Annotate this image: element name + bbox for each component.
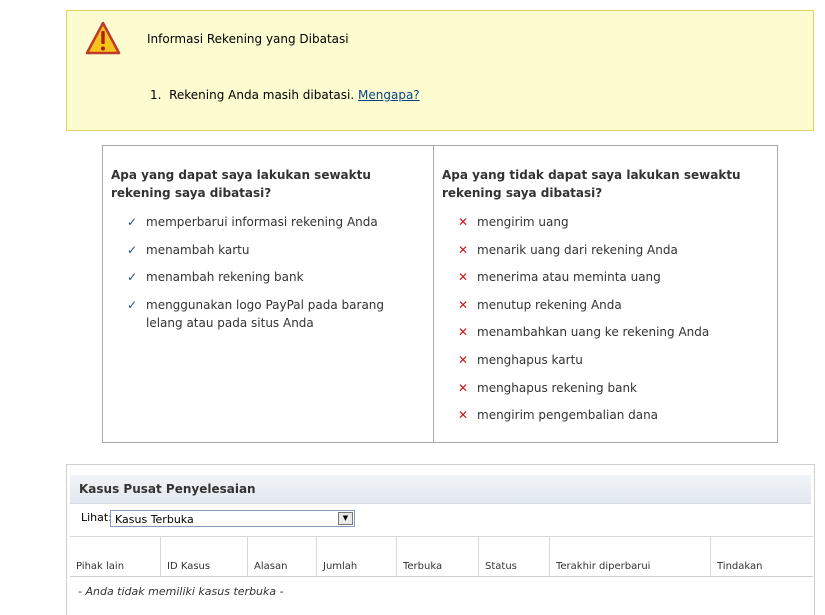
cannot-do-list: ✕ mengirim uang ✕ menarik uang dari rekeni…: [458, 213, 767, 434]
checkmark-icon: ✓: [127, 242, 138, 257]
column-header: Alasan: [247, 536, 317, 577]
list-item-label: menggunakan logo PayPal pada barang lela…: [146, 297, 385, 330]
checkmark-icon: ✓: [127, 297, 138, 312]
column-header: Terbuka: [396, 536, 479, 577]
alert-item: 1. Rekening Anda masih dibatasi. Mengapa…: [150, 88, 420, 102]
can-do-column: Apa yang dapat saya lakukan sewaktu reke…: [103, 146, 434, 442]
cross-icon: ✕: [458, 352, 469, 367]
cross-icon: ✕: [458, 325, 469, 340]
list-item-label: mengirim pengembalian dana: [477, 408, 659, 423]
table-row: - Anda tidak memiliki kasus terbuka -: [70, 577, 813, 601]
list-item: ✓ menambah rekening bank: [127, 268, 423, 286]
can-do-heading: Apa yang dapat saya lakukan sewaktu reke…: [111, 168, 371, 200]
warning-icon: [85, 21, 121, 55]
list-item-label: menghapus rekening bank: [477, 380, 638, 395]
list-item-label: menambahkan uang ke rekening Anda: [477, 325, 710, 340]
column-header: Terakhir diperbarui: [549, 536, 711, 577]
column-header: Tindakan: [710, 536, 813, 577]
cross-icon: ✕: [458, 242, 469, 257]
filter-label: Lihat:: [81, 511, 112, 524]
column-header: ID Kasus: [160, 536, 248, 577]
list-item: ✓ memperbarui informasi rekening Anda: [127, 213, 423, 231]
column-header: Jumlah: [316, 536, 397, 577]
list-item-label: menarik uang dari rekening Anda: [477, 242, 678, 257]
alert-item-text: Rekening Anda masih dibatasi.: [169, 88, 355, 102]
checkmark-icon: ✓: [127, 270, 138, 284]
restriction-capabilities-panel: Apa yang dapat saya lakukan sewaktu reke…: [102, 145, 778, 443]
list-item: ✕ menambahkan uang ke rekening Anda: [458, 323, 767, 341]
list-item: ✕ menghapus kartu: [458, 351, 767, 369]
list-item: ✓ menggunakan logo PayPal pada barang lel…: [127, 296, 423, 332]
list-item: ✕ menerima atau meminta uang: [458, 268, 767, 286]
list-item-label: menerima atau meminta uang: [477, 270, 661, 285]
alert-item-number: 1.: [150, 88, 162, 102]
cannot-do-column: Apa yang tidak dapat saya lakukan sewakt…: [434, 146, 777, 442]
list-item: ✕ mengirim uang: [458, 213, 767, 231]
column-header: Status: [478, 536, 550, 577]
cross-icon: ✕: [458, 270, 469, 285]
column-header: Pihak lain: [70, 536, 161, 577]
empty-cases-message: - Anda tidak memiliki kasus terbuka -: [78, 584, 284, 598]
cross-icon: ✕: [458, 380, 469, 395]
chevron-down-icon[interactable]: ▼: [338, 512, 353, 525]
list-item-label: mengirim uang: [477, 215, 569, 229]
cross-icon: ✕: [458, 297, 469, 312]
cross-icon: ✕: [458, 215, 469, 229]
case-filter-select[interactable]: Kasus Terbuka ▼: [110, 510, 355, 527]
cases-table: Pihak lain ID Kasus Alasan Jumlah Terbuk…: [70, 536, 813, 600]
list-item-label: menutup rekening Anda: [477, 297, 622, 312]
list-item-label: menghapus kartu: [477, 352, 583, 367]
restricted-account-alert: Informasi Rekening yang Dibatasi 1. Reke…: [66, 10, 814, 131]
why-link[interactable]: Mengapa?: [358, 88, 420, 102]
case-filter-value: Kasus Terbuka: [115, 513, 194, 526]
cross-icon: ✕: [458, 408, 469, 423]
table-header-row: Pihak lain ID Kasus Alasan Jumlah Terbuk…: [70, 536, 813, 577]
cases-title: Kasus Pusat Penyelesaian: [79, 482, 256, 496]
alert-title: Informasi Rekening yang Dibatasi: [147, 32, 349, 46]
list-item: ✓ menambah kartu: [127, 241, 423, 259]
list-item: ✕ menghapus rekening bank: [458, 379, 767, 397]
list-item: ✕ mengirim pengembalian dana: [458, 406, 767, 424]
list-item: ✕ menarik uang dari rekening Anda: [458, 241, 767, 259]
can-do-list: ✓ memperbarui informasi rekening Anda ✓ me…: [127, 213, 423, 341]
cannot-do-heading: Apa yang tidak dapat saya lakukan sewakt…: [442, 168, 741, 200]
list-item-label: menambah rekening bank: [146, 270, 304, 284]
list-item: ✕ menutup rekening Anda: [458, 296, 767, 314]
cases-header: Kasus Pusat Penyelesaian: [70, 475, 811, 504]
resolution-center-cases: Kasus Pusat Penyelesaian Lihat: Kasus Te…: [66, 464, 815, 615]
list-item-label: menambah kartu: [146, 242, 250, 257]
checkmark-icon: ✓: [127, 215, 138, 229]
list-item-label: memperbarui informasi rekening Anda: [146, 215, 378, 229]
